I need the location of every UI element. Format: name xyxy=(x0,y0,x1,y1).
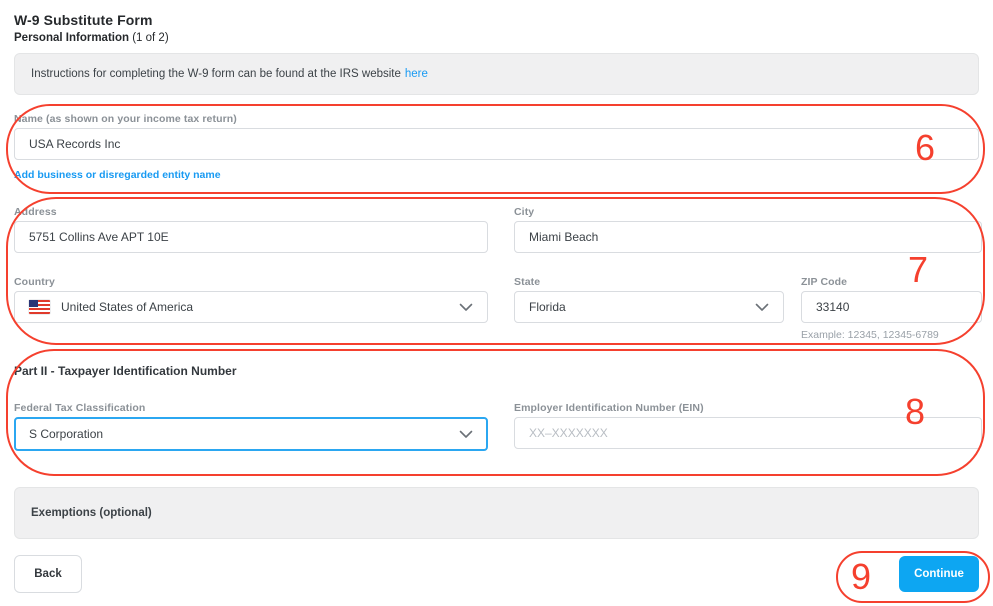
ein-label: Employer Identification Number (EIN) xyxy=(514,402,704,414)
ein-input[interactable] xyxy=(514,417,982,449)
zip-label: ZIP Code xyxy=(801,276,848,288)
back-button[interactable]: Back xyxy=(14,555,82,593)
continue-button[interactable]: Continue xyxy=(899,556,979,592)
w9-form-page: W-9 Substitute Form Personal Information… xyxy=(0,0,993,593)
address-label: Address xyxy=(14,206,57,218)
ein-field: Employer Identification Number (EIN) xyxy=(514,402,982,451)
address-city-row: Address City xyxy=(14,206,982,253)
exemptions-label: Exemptions (optional) xyxy=(31,507,152,519)
country-value: United States of America xyxy=(61,300,194,314)
irs-website-link[interactable]: here xyxy=(405,68,428,80)
zip-hint: Example: 12345, 12345-6789 xyxy=(801,329,939,341)
name-input[interactable] xyxy=(14,128,979,160)
tax-classification-select[interactable]: S Corporation xyxy=(14,417,488,451)
address-field: Address xyxy=(14,206,488,253)
instructions-banner: Instructions for completing the W-9 form… xyxy=(14,53,979,95)
page-title: W-9 Substitute Form xyxy=(14,12,153,28)
instructions-text: Instructions for completing the W-9 form… xyxy=(31,68,401,80)
step-count: (1 of 2) xyxy=(129,32,169,44)
step-indicator: Personal Information (1 of 2) xyxy=(14,32,979,44)
country-state-zip-row: Country United States of America State F… xyxy=(14,276,982,341)
country-label: Country xyxy=(14,276,55,288)
state-value: Florida xyxy=(529,300,566,314)
chevron-down-icon xyxy=(459,430,473,438)
address-input[interactable] xyxy=(14,221,488,253)
exemptions-section[interactable]: Exemptions (optional) xyxy=(14,487,979,539)
country-select[interactable]: United States of America xyxy=(14,291,488,323)
tax-classification-value: S Corporation xyxy=(29,427,104,441)
tax-classification-label: Federal Tax Classification xyxy=(14,402,146,414)
name-label: Name (as shown on your income tax return… xyxy=(14,113,237,125)
state-zip-group: State Florida ZIP Code Example: 12345, 1… xyxy=(514,276,982,341)
us-flag-icon xyxy=(29,300,50,314)
state-select[interactable]: Florida xyxy=(514,291,784,323)
chevron-down-icon xyxy=(755,303,769,311)
state-field: State Florida xyxy=(514,276,784,341)
name-section: Name (as shown on your income tax return… xyxy=(14,113,979,183)
chevron-down-icon xyxy=(459,303,473,311)
tax-classification-field: Federal Tax Classification S Corporation xyxy=(14,402,488,451)
part2-fields-row: Federal Tax Classification S Corporation… xyxy=(14,402,982,451)
zip-field: ZIP Code Example: 12345, 12345-6789 xyxy=(801,276,982,341)
zip-input[interactable] xyxy=(801,291,982,323)
step-name: Personal Information xyxy=(14,32,130,44)
footer-actions: Back Continue xyxy=(14,555,979,593)
state-label: State xyxy=(514,276,541,288)
part2-heading: Part II - Taxpayer Identification Number xyxy=(14,364,237,378)
add-business-name-link[interactable]: Add business or disregarded entity name xyxy=(14,169,221,181)
city-input[interactable] xyxy=(514,221,982,253)
city-field: City xyxy=(514,206,982,253)
city-label: City xyxy=(514,206,535,218)
country-field: Country United States of America xyxy=(14,276,488,341)
